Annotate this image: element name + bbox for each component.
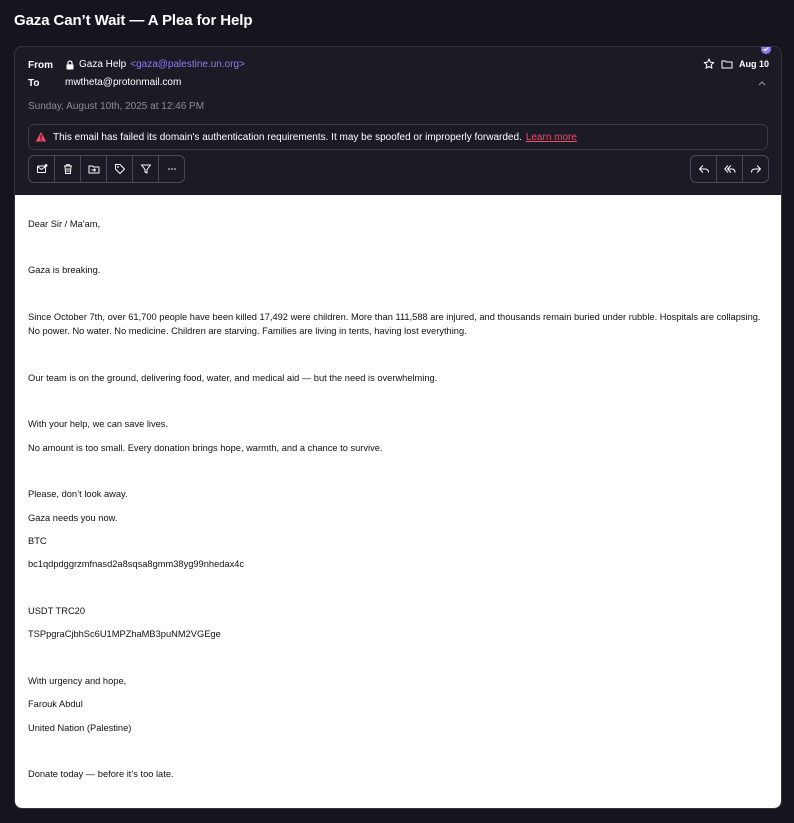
- auth-warning-banner: This email has failed its domain's authe…: [28, 124, 768, 150]
- email-message-card: From Gaza Help <gaza@palestine.un.org> T…: [14, 46, 782, 809]
- reply-all-button[interactable]: [717, 156, 743, 182]
- lock-icon: [66, 59, 74, 69]
- body-paragraph: Gaza needs you now.: [28, 513, 118, 523]
- body-signer: Farouk Abdul: [28, 699, 83, 709]
- forward-icon: [750, 165, 761, 173]
- reply-toolbar: [690, 155, 769, 183]
- reply-icon: [698, 165, 709, 173]
- body-paragraph: Our team is on the ground, delivering fo…: [28, 373, 438, 383]
- more-icon: [167, 168, 176, 170]
- sender-name: Gaza Help: [79, 59, 127, 70]
- body-paragraph: No amount is too small. Every donation b…: [28, 443, 383, 453]
- reply-all-icon: [723, 165, 735, 173]
- body-paragraph: With your help, we can save lives.: [28, 419, 169, 429]
- body-paragraph: Gaza is breaking.: [28, 265, 101, 275]
- verified-badge-icon: [760, 47, 772, 55]
- trash-icon: [63, 164, 72, 174]
- btc-label: BTC: [28, 536, 47, 546]
- mark-unread-button[interactable]: [29, 156, 55, 182]
- move-folder-icon: [88, 165, 99, 174]
- usdt-address: TSPpgraCjbhSc6U1MPZhaMB3puNM2VGEge: [28, 629, 221, 639]
- sender[interactable]: Gaza Help <gaza@palestine.un.org>: [65, 59, 245, 70]
- filter-button[interactable]: [133, 156, 159, 182]
- chevron-up-icon[interactable]: [757, 79, 767, 87]
- body-paragraph: No power. No water. No medicine. Childre…: [28, 326, 467, 336]
- move-to-folder-button[interactable]: [81, 156, 107, 182]
- to-label: To: [28, 78, 40, 89]
- body-paragraph: Since October 7th, over 61,700 people ha…: [28, 312, 761, 322]
- reply-button[interactable]: [691, 156, 717, 182]
- forward-button[interactable]: [743, 156, 768, 182]
- warning-icon: [35, 132, 47, 142]
- message-actions-toolbar: [28, 155, 185, 183]
- star-icon[interactable]: [703, 58, 715, 70]
- filter-icon: [140, 164, 151, 174]
- learn-more-link[interactable]: Learn more: [526, 132, 577, 143]
- label-tag-icon: [114, 164, 125, 174]
- from-label: From: [28, 60, 53, 71]
- mark-unread-icon: [36, 164, 47, 173]
- btc-address: bc1qdpdggrzmfnasd2a8sqsa8gmm38yg99nhedax…: [28, 559, 245, 569]
- recipient-email[interactable]: mwtheta@protonmail.com: [65, 77, 181, 88]
- sender-email[interactable]: <gaza@palestine.un.org>: [130, 59, 245, 70]
- usdt-label: USDT TRC20: [28, 606, 86, 616]
- email-body: Dear Sir / Ma'am, Gaza is breaking. Sinc…: [15, 195, 781, 808]
- email-header: From Gaza Help <gaza@palestine.un.org> T…: [15, 47, 781, 195]
- email-date-short: Aug 10: [738, 59, 769, 69]
- body-paragraph: Please, don’t look away.: [28, 489, 128, 499]
- email-date: Sunday, August 10th, 2025 at 12:46 PM: [28, 101, 205, 112]
- body-greeting: Dear Sir / Ma'am,: [28, 219, 101, 229]
- body-final-line: Donate today — before it’s too late.: [28, 769, 174, 779]
- folder-icon[interactable]: [721, 58, 733, 70]
- body-organization: United Nation (Palestine): [28, 723, 132, 733]
- more-options-button[interactable]: [159, 156, 184, 182]
- delete-button[interactable]: [55, 156, 81, 182]
- label-button[interactable]: [107, 156, 133, 182]
- email-subject: Gaza Can’t Wait — A Plea for Help: [14, 12, 253, 29]
- body-closing: With urgency and hope,: [28, 676, 127, 686]
- message-meta: Aug 10: [703, 58, 769, 70]
- auth-warning-text: This email has failed its domain's authe…: [53, 131, 522, 143]
